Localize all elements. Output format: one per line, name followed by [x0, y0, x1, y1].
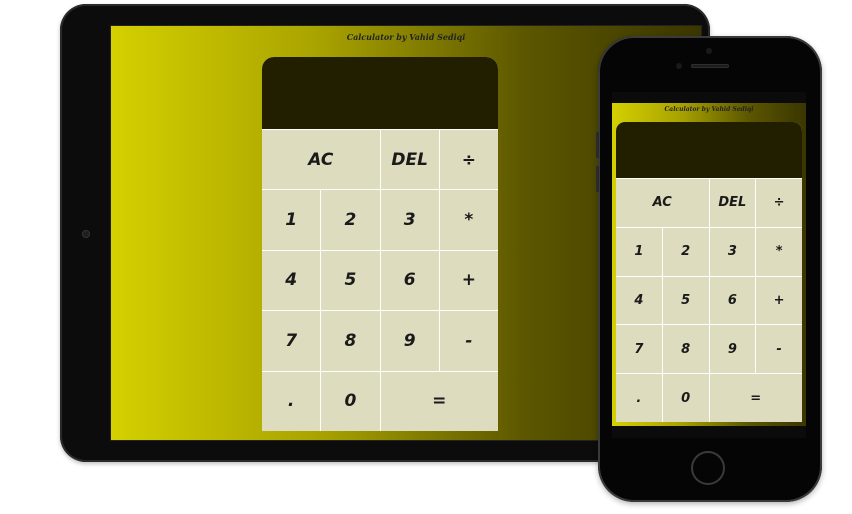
- plus-button[interactable]: +: [439, 250, 498, 311]
- decimal-point-button[interactable]: .: [616, 374, 662, 422]
- delete-button[interactable]: DEL: [709, 179, 756, 227]
- digit-2-button[interactable]: 2: [321, 190, 380, 250]
- phone-device: Calculator by Vahid Sediqi AC DEL ÷ 1 2 …: [596, 36, 822, 502]
- calculator-display: [262, 57, 498, 129]
- digit-0-button[interactable]: 0: [321, 371, 380, 431]
- digit-1-button[interactable]: 1: [616, 227, 662, 276]
- phone-screen: Calculator by Vahid Sediqi AC DEL ÷ 1 2 …: [612, 92, 806, 438]
- calculator: AC DEL ÷ 1 2 3 * 4 5 6 + 7 8 9 - . 0 =: [262, 57, 498, 431]
- equals-button[interactable]: =: [380, 371, 498, 431]
- phone-status-bar: [612, 92, 806, 103]
- phone-volume-button: [596, 132, 599, 158]
- digit-6-button[interactable]: 6: [709, 276, 756, 325]
- phone-bottom-bar: [612, 426, 806, 438]
- phone-camera: [706, 48, 712, 54]
- app-title: Calculator by Vahid Sediqi: [664, 106, 754, 113]
- calculator-display: [616, 122, 802, 178]
- digit-3-button[interactable]: 3: [709, 227, 756, 276]
- digit-8-button[interactable]: 8: [321, 311, 380, 371]
- calculator: AC DEL ÷ 1 2 3 * 4 5 6 + 7 8 9 - . 0 =: [616, 122, 802, 422]
- plus-button[interactable]: +: [756, 276, 802, 325]
- digit-0-button[interactable]: 0: [662, 374, 709, 422]
- minus-button[interactable]: -: [756, 325, 802, 374]
- digit-7-button[interactable]: 7: [616, 325, 662, 374]
- phone-speaker: [691, 64, 729, 68]
- all-clear-button[interactable]: AC: [262, 130, 380, 190]
- digit-5-button[interactable]: 5: [662, 276, 709, 325]
- divide-button[interactable]: ÷: [756, 179, 802, 227]
- digit-6-button[interactable]: 6: [380, 250, 439, 311]
- digit-4-button[interactable]: 4: [262, 250, 321, 311]
- calculator-app: Calculator by Vahid Sediqi AC DEL ÷ 1 2 …: [612, 103, 806, 426]
- equals-button[interactable]: =: [709, 374, 802, 422]
- home-button[interactable]: [691, 451, 725, 485]
- app-title: Calculator by Vahid Sediqi: [346, 32, 466, 42]
- phone-volume-button: [596, 166, 599, 192]
- digit-3-button[interactable]: 3: [380, 190, 439, 250]
- digit-9-button[interactable]: 9: [709, 325, 756, 374]
- digit-4-button[interactable]: 4: [616, 276, 662, 325]
- digit-7-button[interactable]: 7: [262, 311, 321, 371]
- delete-button[interactable]: DEL: [380, 130, 439, 190]
- digit-1-button[interactable]: 1: [262, 190, 321, 250]
- digit-5-button[interactable]: 5: [321, 250, 380, 311]
- minus-button[interactable]: -: [439, 311, 498, 371]
- all-clear-button[interactable]: AC: [616, 179, 709, 227]
- digit-9-button[interactable]: 9: [380, 311, 439, 371]
- phone-sensor: [676, 63, 682, 69]
- multiply-button[interactable]: *: [439, 190, 498, 250]
- digit-2-button[interactable]: 2: [662, 227, 709, 276]
- decimal-point-button[interactable]: .: [262, 371, 321, 431]
- divide-button[interactable]: ÷: [439, 130, 498, 190]
- digit-8-button[interactable]: 8: [662, 325, 709, 374]
- multiply-button[interactable]: *: [756, 227, 802, 276]
- tablet-camera: [82, 230, 90, 238]
